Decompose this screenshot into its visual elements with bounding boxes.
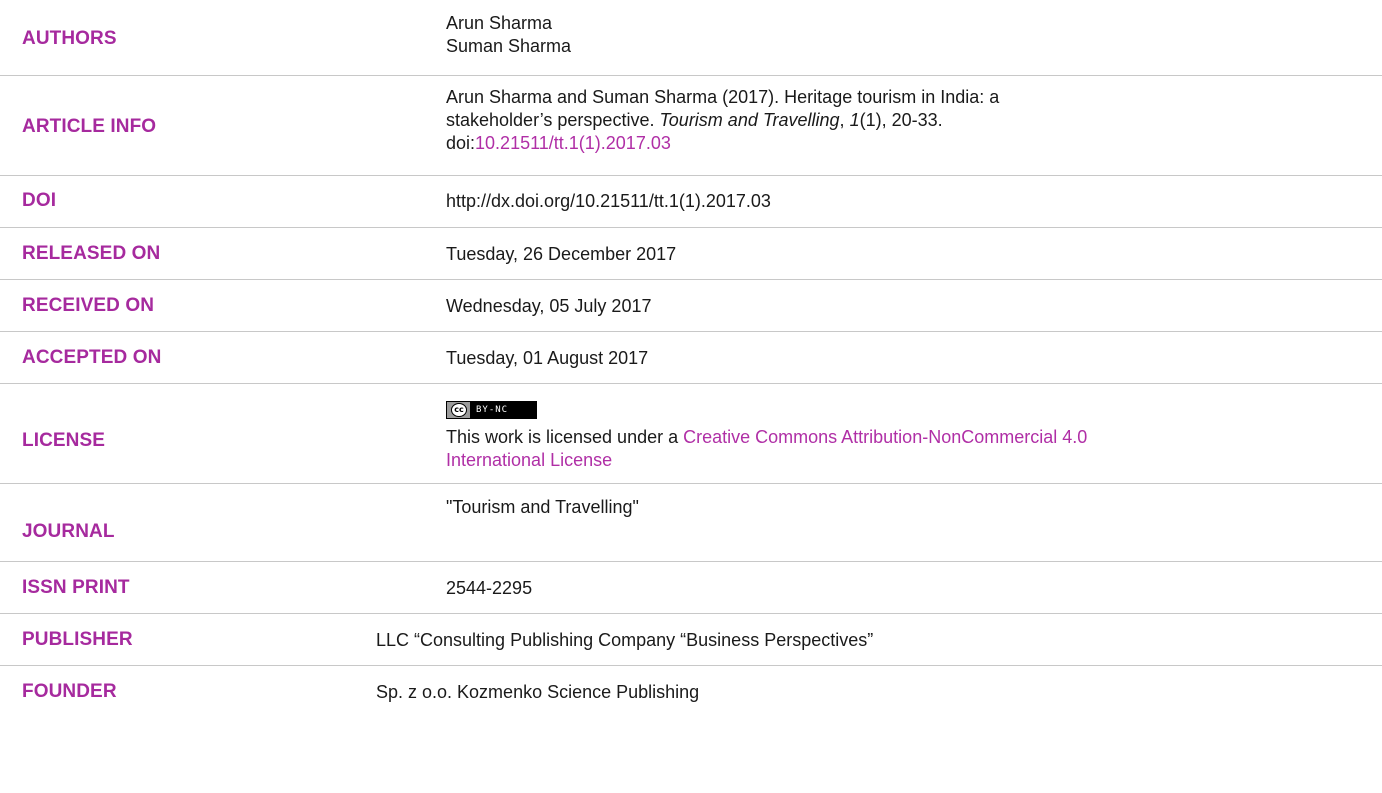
license-text: This work is licensed under a Creative C… xyxy=(446,426,1366,449)
article-info-label: ARTICLE INFO xyxy=(22,116,157,137)
row-doi: DOI http://dx.doi.org/10.21511/tt.1(1).2… xyxy=(0,176,1382,228)
row-journal: JOURNAL "Tourism and Travelling" xyxy=(0,484,1382,562)
received-on-label: RECEIVED ON xyxy=(22,295,155,316)
license-link[interactable]: Creative Commons Attribution-NonCommerci… xyxy=(683,427,1087,447)
row-founder: FOUNDER Sp. z o.o. Kozmenko Science Publ… xyxy=(0,666,1382,718)
released-on-label: RELEASED ON xyxy=(22,243,161,264)
citation-line-2: stakeholder’s perspective. Tourism and T… xyxy=(446,109,1366,132)
row-received-on: RECEIVED ON Wednesday, 05 July 2017 xyxy=(0,280,1382,332)
doi-value: http://dx.doi.org/10.21511/tt.1(1).2017.… xyxy=(446,191,771,211)
row-publisher: PUBLISHER LLC “Consulting Publishing Com… xyxy=(0,614,1382,666)
citation-line-3: doi:10.21511/tt.1(1).2017.03 xyxy=(446,132,1366,155)
citation-line-1: Arun Sharma and Suman Sharma (2017). Her… xyxy=(446,87,1000,107)
row-license: LICENSE cc BY-NC This work is licensed u… xyxy=(0,384,1382,484)
founder-value: Sp. z o.o. Kozmenko Science Publishing xyxy=(376,682,700,702)
author-name: Arun Sharma xyxy=(446,13,553,33)
released-on-value: Tuesday, 26 December 2017 xyxy=(446,244,677,264)
author-name: Suman Sharma xyxy=(446,36,572,56)
article-info-value: Arun Sharma and Suman Sharma (2017). Her… xyxy=(446,86,1366,155)
journal-label: JOURNAL xyxy=(22,521,115,542)
citation-doi-link[interactable]: 10.21511/tt.1(1).2017.03 xyxy=(475,133,671,153)
row-released-on: RELEASED ON Tuesday, 26 December 2017 xyxy=(0,228,1382,280)
doi-prefix: doi: xyxy=(446,133,476,153)
license-value: cc BY-NC This work is licensed under a C… xyxy=(446,395,1366,472)
article-info-page: AUTHORS Arun Sharma Suman Sharma ARTICLE… xyxy=(0,0,1382,793)
row-article-info: ARTICLE INFO Arun Sharma and Suman Sharm… xyxy=(0,76,1382,176)
citation-title-end: stakeholder’s perspective. xyxy=(446,110,660,130)
row-accepted-on: ACCEPTED ON Tuesday, 01 August 2017 xyxy=(0,332,1382,384)
received-on-value: Wednesday, 05 July 2017 xyxy=(446,296,652,316)
citation-volume: 1 xyxy=(849,110,860,130)
authors-value: Arun Sharma Suman Sharma xyxy=(446,12,1366,58)
cc-license-badge[interactable]: cc BY-NC xyxy=(446,401,538,419)
citation-issue-pages: (1), 20-33. xyxy=(859,110,943,130)
publisher-label: PUBLISHER xyxy=(22,629,133,650)
license-link-continued[interactable]: International License xyxy=(446,450,612,470)
cc-icon: cc xyxy=(447,402,470,418)
journal-value: "Tourism and Travelling" xyxy=(446,497,639,517)
license-prefix: This work is licensed under a xyxy=(446,427,684,447)
row-authors: AUTHORS Arun Sharma Suman Sharma xyxy=(0,0,1382,76)
publisher-value: LLC “Consulting Publishing Company “Busi… xyxy=(376,630,874,650)
accepted-on-value: Tuesday, 01 August 2017 xyxy=(446,348,649,368)
license-label: LICENSE xyxy=(22,430,106,451)
license-text-line-2: International License xyxy=(446,449,1366,472)
issn-print-value: 2544-2295 xyxy=(446,578,533,598)
authors-label: AUTHORS xyxy=(22,28,117,49)
founder-label: FOUNDER xyxy=(22,681,117,702)
accepted-on-label: ACCEPTED ON xyxy=(22,347,162,368)
by-nc-icon: BY-NC xyxy=(476,404,509,415)
citation-journal: Tourism and Travelling xyxy=(659,110,840,130)
row-issn-print: ISSN PRINT 2544-2295 xyxy=(0,562,1382,614)
citation-comma: , xyxy=(839,110,850,130)
issn-print-label: ISSN PRINT xyxy=(22,577,130,598)
doi-label: DOI xyxy=(22,190,57,211)
